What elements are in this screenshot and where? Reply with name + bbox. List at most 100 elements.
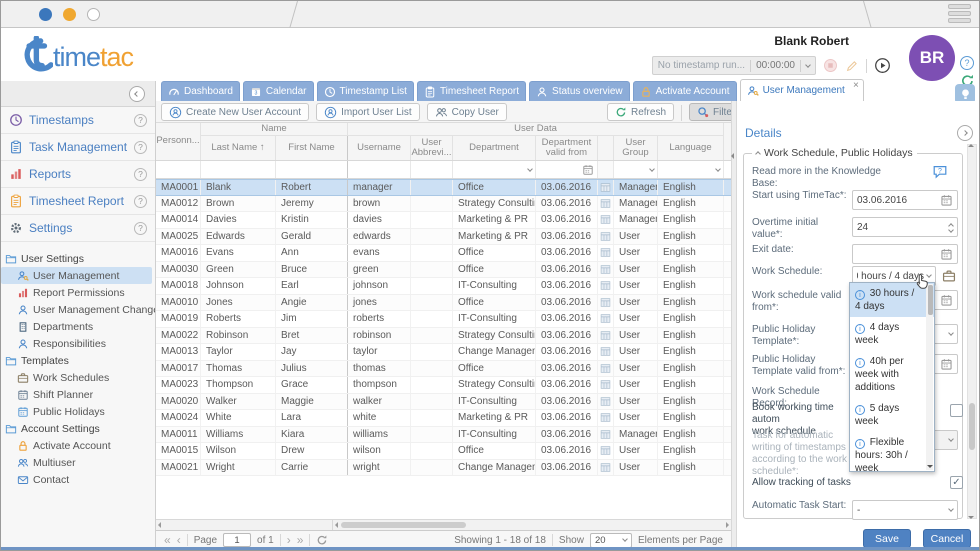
history-calendar-icon[interactable] [598, 311, 614, 327]
avatar[interactable]: BR [909, 35, 955, 81]
sidebar-item-timestamps[interactable]: Timestamps? [1, 107, 155, 134]
tree-item-shift-planner[interactable]: Shift Planner [1, 386, 155, 403]
sidebar-item-timesheet-report[interactable]: Timesheet Report? [1, 188, 155, 215]
filter-user-group[interactable] [614, 161, 658, 178]
exit-date-input[interactable] [852, 244, 958, 264]
collapse-details-button[interactable] [957, 125, 973, 141]
sidebar-item-settings[interactable]: Settings? [1, 215, 155, 242]
allow-tracking-checkbox[interactable] [950, 476, 963, 489]
help-icon[interactable]: ? [134, 195, 147, 208]
auto-task-start-combo[interactable]: - [852, 500, 958, 520]
sidebar-item-task-management[interactable]: Task Management? [1, 134, 155, 161]
history-calendar-icon[interactable] [598, 377, 614, 393]
history-calendar-icon[interactable] [598, 344, 614, 360]
scroll-left-icon[interactable] [158, 522, 161, 528]
refresh-button[interactable]: Refresh [607, 103, 674, 121]
prev-page-button[interactable]: ‹ [177, 535, 181, 545]
col-dept-valid-from[interactable]: Department valid from [536, 136, 598, 160]
tree-item-account-settings[interactable]: Account Settings [1, 420, 155, 437]
save-button[interactable]: Save [863, 529, 911, 548]
kb-help-chat-icon[interactable]: ? [932, 164, 948, 180]
history-calendar-icon[interactable] [598, 196, 614, 212]
page-size-select[interactable]: 20 [590, 533, 632, 548]
history-calendar-icon[interactable] [598, 394, 614, 410]
tab-activate-account[interactable]: Activate Account [633, 81, 737, 101]
tab-calendar[interactable]: 3Calendar [243, 81, 314, 101]
filter-department[interactable] [453, 161, 536, 178]
work-schedule-option[interactable]: i 5 days week [850, 398, 934, 432]
window-dot-blue[interactable] [39, 8, 52, 21]
work-schedule-option[interactable]: i Flexible hours: 30h / week [850, 432, 934, 472]
dropdown-scroll-down-icon[interactable] [927, 465, 933, 468]
timer-chevron-icon[interactable] [805, 62, 811, 68]
collapse-sidebar-button[interactable] [129, 86, 145, 102]
table-row[interactable]: MA0023ThompsonGracethompsonStrategy Cons… [156, 377, 731, 394]
filter-language[interactable] [658, 161, 724, 178]
tree-item-contact[interactable]: Contact [1, 471, 155, 488]
col-user-abbrev[interactable]: User Abbrevi... [411, 136, 453, 160]
table-row[interactable]: MA0019RobertsJimrobertsIT-Consulting03.0… [156, 311, 731, 328]
history-calendar-icon[interactable] [598, 410, 614, 426]
collapse-section-icon[interactable] [755, 151, 761, 157]
calendar-icon[interactable] [940, 294, 953, 307]
history-calendar-icon[interactable] [598, 443, 614, 459]
help-icon[interactable]: ? [134, 114, 147, 127]
col-last-name[interactable]: Last Name ↑ [201, 136, 276, 160]
table-row[interactable]: MA0014DaviesKristindaviesMarketing & PR0… [156, 212, 731, 229]
edit-timestamp-icon[interactable] [845, 59, 859, 73]
reload-table-icon[interactable] [316, 534, 328, 546]
tab-timestamp-list[interactable]: Timestamp List [317, 81, 414, 101]
help-icon[interactable]: ? [960, 56, 974, 70]
tree-item-public-holidays[interactable]: Public Holidays [1, 403, 155, 420]
table-row[interactable]: MA0025EdwardsGeraldedwardsMarketing & PR… [156, 229, 731, 246]
filter-valid-from[interactable] [536, 161, 598, 178]
stop-timestamp-icon[interactable] [823, 58, 838, 73]
tree-item-work-schedules[interactable]: Work Schedules [1, 369, 155, 386]
table-row[interactable]: MA0011WilliamsKiarawilliamsIT-Consulting… [156, 427, 731, 444]
tree-item-user-management[interactable]: User Management [1, 267, 152, 284]
col-department[interactable]: Department [453, 136, 536, 160]
details-scrollbar[interactable] [967, 144, 977, 519]
table-row[interactable]: MA0016EvansAnnevansOffice03.06.2016UserE… [156, 245, 731, 262]
help-icon[interactable]: ? [134, 168, 147, 181]
col-language[interactable]: Language [658, 136, 724, 160]
table-row[interactable]: MA0022RobinsonBretrobinsonStrategy Consu… [156, 328, 731, 345]
scroll-up-icon[interactable] [968, 144, 974, 147]
table-row[interactable]: MA0021WrightCarriewrightChange Managemen… [156, 460, 731, 477]
timestamp-status-box[interactable]: No timestamp run... 00:00:00 [652, 56, 816, 75]
col-user-group[interactable]: User Group [614, 136, 658, 160]
tree-item-user-settings[interactable]: User Settings [1, 250, 155, 267]
history-calendar-icon[interactable] [598, 245, 614, 261]
book-working-time-checkbox[interactable] [950, 404, 963, 417]
sidebar-item-reports[interactable]: Reports? [1, 161, 155, 188]
table-row[interactable]: MA0020WalkerMaggiewalkerIT-Consulting03.… [156, 394, 731, 411]
tab-dashboard[interactable]: Dashboard [161, 81, 240, 101]
play-timestamp-icon[interactable] [874, 57, 891, 74]
import-user-list-button[interactable]: Import User List [316, 103, 420, 121]
tree-item-user-management-changelog[interactable]: User Management Changelog [1, 301, 155, 318]
calendar-icon[interactable] [940, 194, 953, 207]
browser-menu-icon[interactable] [948, 4, 971, 25]
history-calendar-icon[interactable] [598, 460, 614, 476]
history-calendar-icon[interactable] [598, 427, 614, 443]
tab-user-management[interactable]: User Management× [740, 79, 864, 101]
history-calendar-icon[interactable] [598, 262, 614, 278]
tree-item-activate-account[interactable]: Activate Account [1, 437, 155, 454]
history-calendar-icon[interactable] [598, 278, 614, 294]
filter-first-name[interactable] [276, 161, 348, 178]
table-row[interactable]: MA0001BlankRobertmanagerOffice03.06.2016… [156, 179, 731, 196]
tree-item-multiuser[interactable]: Multiuser [1, 454, 155, 471]
start-date-input[interactable]: 03.06.2016 [852, 190, 958, 210]
table-h-scrollbar[interactable] [156, 519, 731, 530]
overtime-input[interactable]: 24 [852, 217, 958, 237]
filter-username[interactable] [348, 161, 411, 178]
last-page-button[interactable]: » [297, 535, 304, 545]
copy-user-button[interactable]: Copy User [427, 103, 507, 121]
table-row[interactable]: MA0015WilsonDrewwilsonOffice03.06.2016Us… [156, 443, 731, 460]
table-row[interactable]: MA0013TaylorJaytaylorChange Management03… [156, 344, 731, 361]
help-icon[interactable]: ? [134, 141, 147, 154]
table-row[interactable]: MA0024WhiteLarawhiteMarketing & PR03.06.… [156, 410, 731, 427]
filter-last-name[interactable] [201, 161, 276, 178]
tree-item-departments[interactable]: Departments [1, 318, 155, 335]
table-row[interactable]: MA0030GreenBrucegreenOffice03.06.2016Use… [156, 262, 731, 279]
